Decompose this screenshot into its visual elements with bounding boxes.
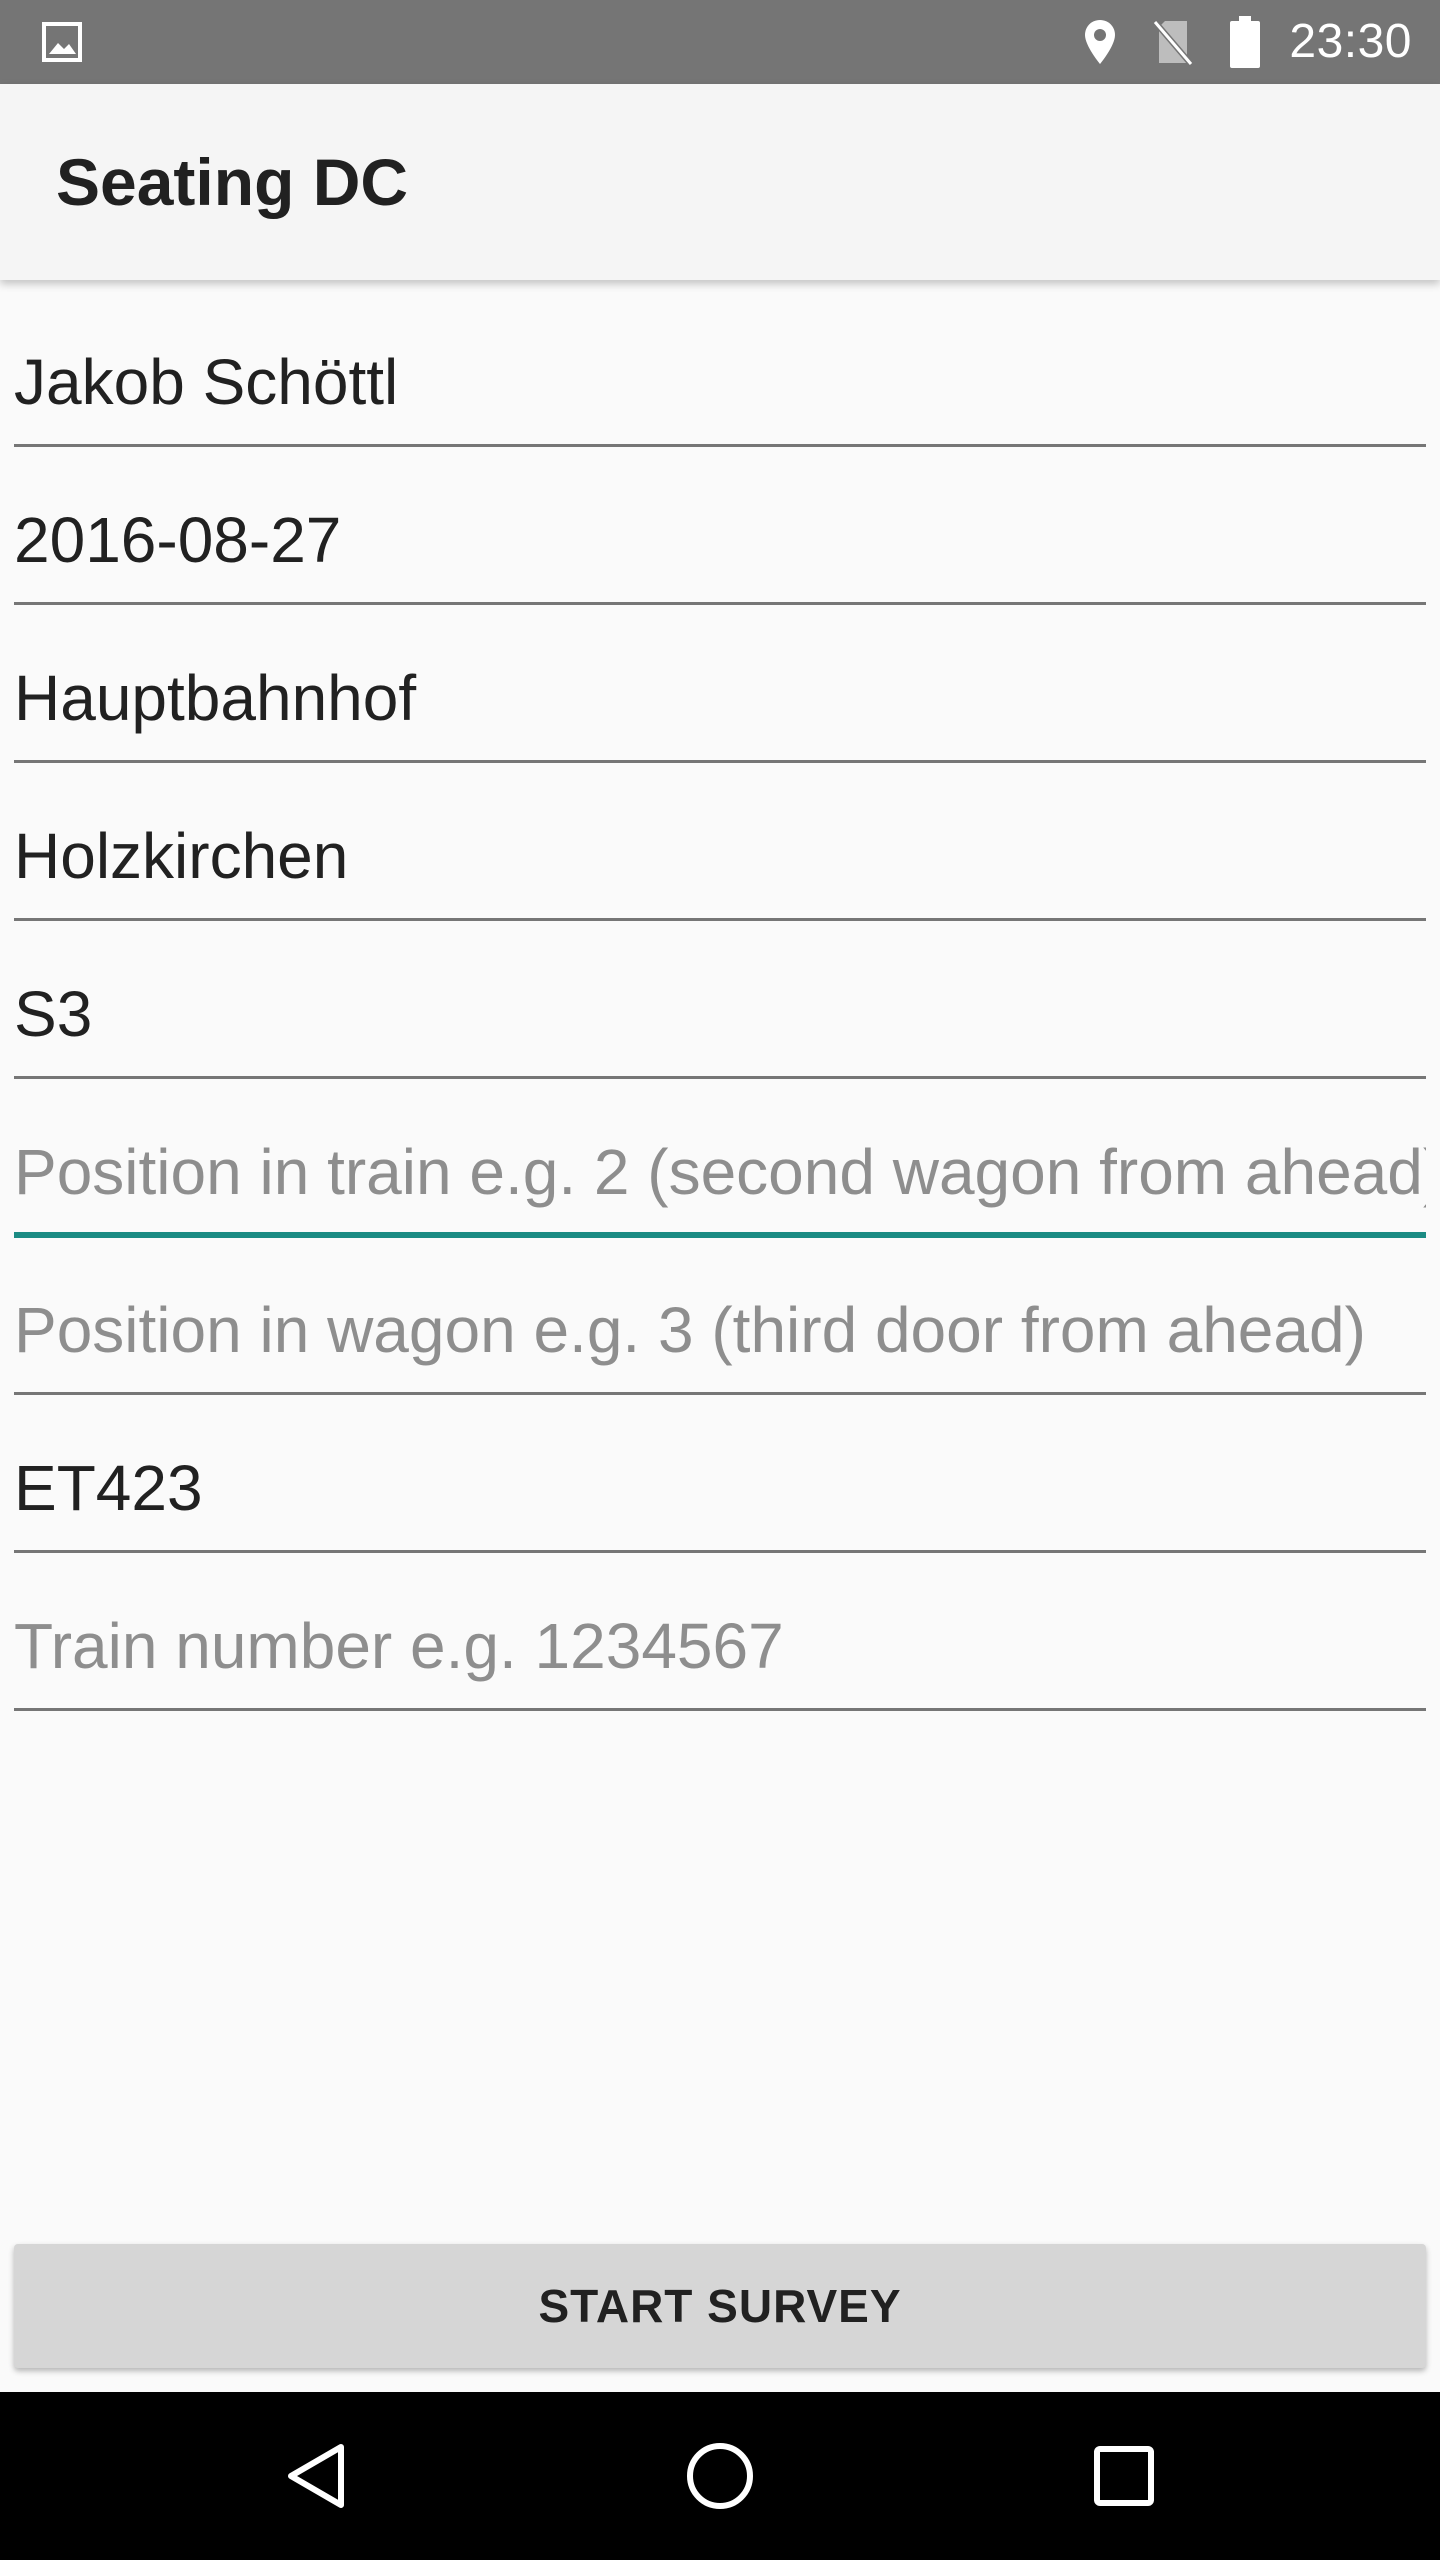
position-in-train-input[interactable] <box>14 1110 1426 1234</box>
position-in-wagon-input[interactable] <box>14 1268 1426 1392</box>
to-station-input-underline <box>14 918 1426 921</box>
line-input[interactable] <box>14 952 1426 1076</box>
train-number-input[interactable] <box>14 1584 1426 1708</box>
to-station-input[interactable] <box>14 794 1426 918</box>
status-bar: 23:30 <box>0 0 1440 84</box>
position-in-train-field-container <box>14 1110 1426 1268</box>
from-station-input-underline <box>14 760 1426 763</box>
position-in-wagon-input-underline <box>14 1392 1426 1395</box>
from-station-input[interactable] <box>14 636 1426 760</box>
image-icon <box>38 0 86 84</box>
back-button[interactable] <box>236 2392 396 2560</box>
status-clock: 23:30 <box>1289 15 1412 68</box>
start-survey-button[interactable]: START SURVEY <box>14 2244 1426 2368</box>
position-in-wagon-field-container <box>14 1268 1426 1426</box>
train-number-field-container <box>14 1584 1426 1742</box>
date-field-container <box>14 478 1426 636</box>
train-number-input-underline <box>14 1708 1426 1711</box>
position-in-train-input-underline <box>14 1232 1426 1238</box>
home-icon <box>687 2443 753 2509</box>
date-input[interactable] <box>14 478 1426 602</box>
no-sim-icon <box>1150 0 1196 84</box>
from-station-field-container <box>14 636 1426 794</box>
location-icon <box>1078 0 1122 84</box>
train-type-field-container <box>14 1426 1426 1584</box>
name-input[interactable] <box>14 320 1426 444</box>
back-icon <box>288 2444 344 2508</box>
name-input-underline <box>14 444 1426 447</box>
line-input-underline <box>14 1076 1426 1079</box>
recents-button[interactable] <box>1044 2392 1204 2560</box>
name-field-container <box>14 320 1426 478</box>
train-type-input[interactable] <box>14 1426 1426 1550</box>
app-bar: Seating DC <box>0 84 1440 280</box>
battery-icon <box>1224 0 1266 84</box>
date-input-underline <box>14 602 1426 605</box>
navigation-bar <box>0 2392 1440 2560</box>
to-station-field-container <box>14 794 1426 952</box>
train-type-input-underline <box>14 1550 1426 1553</box>
home-button[interactable] <box>640 2392 800 2560</box>
recents-icon <box>1094 2446 1154 2506</box>
app-title: Seating DC <box>56 145 409 219</box>
line-field-container <box>14 952 1426 1110</box>
